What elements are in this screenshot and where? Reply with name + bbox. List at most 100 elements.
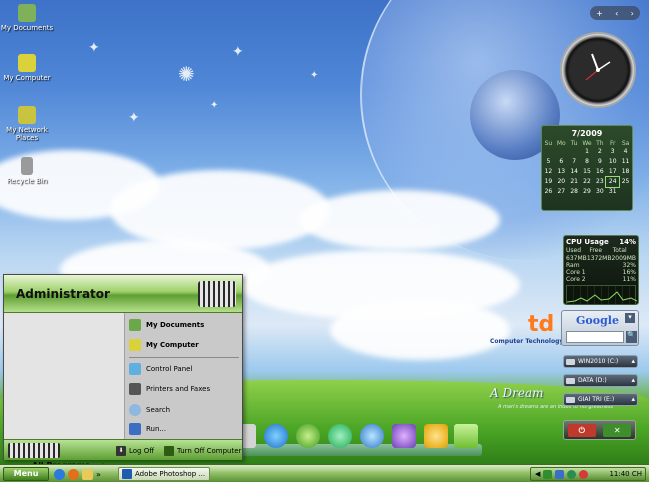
run-icon <box>129 423 141 435</box>
application-icon[interactable] <box>392 424 416 448</box>
quick-launch-more[interactable]: » <box>96 470 101 479</box>
apple-icon[interactable] <box>296 424 320 448</box>
calendar-day[interactable]: 17 <box>606 167 619 177</box>
search-icon[interactable]: 🔍 <box>626 331 637 343</box>
next-gadget-button[interactable]: › <box>631 9 634 18</box>
calendar-day[interactable]: 20 <box>555 177 568 187</box>
eject-icon[interactable]: ▴ <box>631 376 635 384</box>
taskbar: Menu » Adobe Photoshop ... ◀ 11:40 CH <box>0 464 649 482</box>
calendar-day[interactable]: 7 <box>568 157 581 167</box>
globe-icon[interactable] <box>360 424 384 448</box>
calendar-day <box>555 147 568 157</box>
calendar-day[interactable]: 4 <box>619 147 632 157</box>
calendar-day[interactable]: 19 <box>542 177 555 187</box>
calendar-day[interactable]: 16 <box>593 167 606 177</box>
cpu-row-label: Core 1 <box>566 269 586 276</box>
start-menu-item-printers[interactable]: Printers and Faxes <box>129 381 241 397</box>
cpu-percent: 14% <box>619 238 636 246</box>
cpu-row-core1: Core 1 16% <box>566 269 636 276</box>
start-menu-item-label: My Documents <box>146 321 205 329</box>
calendar-day[interactable]: 30 <box>593 187 606 197</box>
taskbar-button-photoshop[interactable]: Adobe Photoshop ... <box>118 467 210 481</box>
turn-off-button[interactable]: Turn Off Computer <box>164 444 241 457</box>
network-icon[interactable] <box>555 469 565 479</box>
internet-explorer-icon[interactable] <box>328 424 352 448</box>
google-logo: Google <box>576 314 619 327</box>
turn-off-label: Turn Off Computer <box>177 446 242 455</box>
photoshop-icon <box>122 469 132 479</box>
calendar-gadget[interactable]: 7/2009 Su Mo Tu We Th Fr Sa 1 2 3 4 5 6 7 8 9 10 1… <box>541 125 633 211</box>
show-desktop-icon[interactable] <box>54 468 65 480</box>
calendar-day[interactable]: 29 <box>581 187 594 197</box>
calendar-day[interactable]: 18 <box>619 167 632 177</box>
memory-values: 637MB 1372MB 2009MB <box>566 255 636 262</box>
calendar-day[interactable]: 23 <box>593 177 606 187</box>
calendar-day[interactable]: 9 <box>593 157 606 167</box>
start-menu-item-run[interactable]: Run... <box>129 421 241 437</box>
google-menu-button[interactable]: ▾ <box>625 313 635 323</box>
power-off-button[interactable]: ⏻ <box>567 423 596 437</box>
start-menu-footer-decoration <box>8 443 60 458</box>
media-player-icon[interactable] <box>264 424 288 448</box>
drive-c[interactable]: WIN2010 (C:) ▴ <box>563 355 638 368</box>
calendar-day[interactable]: 26 <box>542 187 555 197</box>
calendar-day[interactable]: 14 <box>568 167 581 177</box>
calendar-day[interactable]: 8 <box>581 157 594 167</box>
log-off-button[interactable]: ⬇ Log Off <box>116 444 154 457</box>
calendar-day[interactable]: 31 <box>606 187 619 197</box>
calendar-day[interactable]: 27 <box>555 187 568 197</box>
start-menu-item-label: Printers and Faxes <box>146 385 211 393</box>
calendar-day[interactable]: 5 <box>542 157 555 167</box>
folder-icon[interactable] <box>82 468 93 480</box>
memory-value: 637MB <box>566 255 587 262</box>
tray-play-icon[interactable] <box>543 469 553 479</box>
start-menu-item-search[interactable]: Search <box>129 402 241 418</box>
tray-expand-arrow[interactable]: ◀ <box>535 470 540 478</box>
analog-clock[interactable] <box>560 32 636 108</box>
wallpaper-star: ✦ <box>232 44 244 60</box>
calendar-day[interactable]: 11 <box>619 157 632 167</box>
desktop-icon-my-computer[interactable]: My Computer <box>0 54 57 82</box>
start-menu-item-my-documents[interactable]: My Documents <box>129 317 241 333</box>
desktop-icon-my-network-places[interactable]: My Network Places <box>0 106 57 142</box>
eject-icon[interactable]: ▴ <box>631 357 635 365</box>
tray-clock[interactable]: 11:40 CH <box>609 470 642 478</box>
restart-button[interactable]: ✕ <box>603 423 632 437</box>
google-search-input[interactable] <box>566 331 624 343</box>
calendar-day[interactable]: 22 <box>581 177 594 187</box>
calendar-day[interactable]: 2 <box>593 147 606 157</box>
calendar-day[interactable]: 28 <box>568 187 581 197</box>
calendar-day[interactable]: 3 <box>606 147 619 157</box>
calendar-day[interactable]: 25 <box>619 177 632 187</box>
wallpaper-star: ✦ <box>128 110 140 126</box>
calendar-day[interactable]: 12 <box>542 167 555 177</box>
calendar-weekday-header: Su Mo Tu We Th Fr Sa <box>542 140 632 147</box>
clock-face <box>585 53 611 81</box>
eject-icon[interactable]: ▴ <box>631 395 635 403</box>
tools-icon[interactable] <box>424 424 448 448</box>
start-menu-item-label: Run... <box>146 425 167 433</box>
antivirus-icon[interactable] <box>579 469 589 479</box>
calendar-day[interactable]: 15 <box>581 167 594 177</box>
start-menu-item-my-computer[interactable]: My Computer <box>129 337 241 353</box>
desktop-icon-recycle-bin[interactable]: Recycle Bin <box>0 157 57 185</box>
start-button[interactable]: Menu <box>3 467 49 481</box>
drive-d[interactable]: DATA (D:) ▴ <box>563 374 638 387</box>
start-menu-item-label: My Computer <box>146 341 199 349</box>
calendar-day[interactable]: 10 <box>606 157 619 167</box>
start-menu-item-control-panel[interactable]: Control Panel <box>129 361 241 377</box>
calendar-day[interactable]: 13 <box>555 167 568 177</box>
drive-e[interactable]: GIAI TRI (E:) ▴ <box>563 393 638 406</box>
calendar-day[interactable]: 21 <box>568 177 581 187</box>
memory-label: Free <box>589 247 603 254</box>
calendar-day[interactable]: 24 <box>605 176 621 188</box>
folder-icon[interactable] <box>454 424 478 448</box>
calendar-day[interactable]: 6 <box>555 157 568 167</box>
volume-icon[interactable] <box>567 469 577 479</box>
prev-gadget-button[interactable]: ‹ <box>615 9 618 18</box>
desktop-icon-my-documents[interactable]: My Documents <box>0 4 57 32</box>
add-gadget-button[interactable]: + <box>596 9 603 18</box>
calendar-day[interactable]: 1 <box>581 147 594 157</box>
clock-minute-hand <box>597 61 611 71</box>
firefox-icon[interactable] <box>68 468 79 480</box>
